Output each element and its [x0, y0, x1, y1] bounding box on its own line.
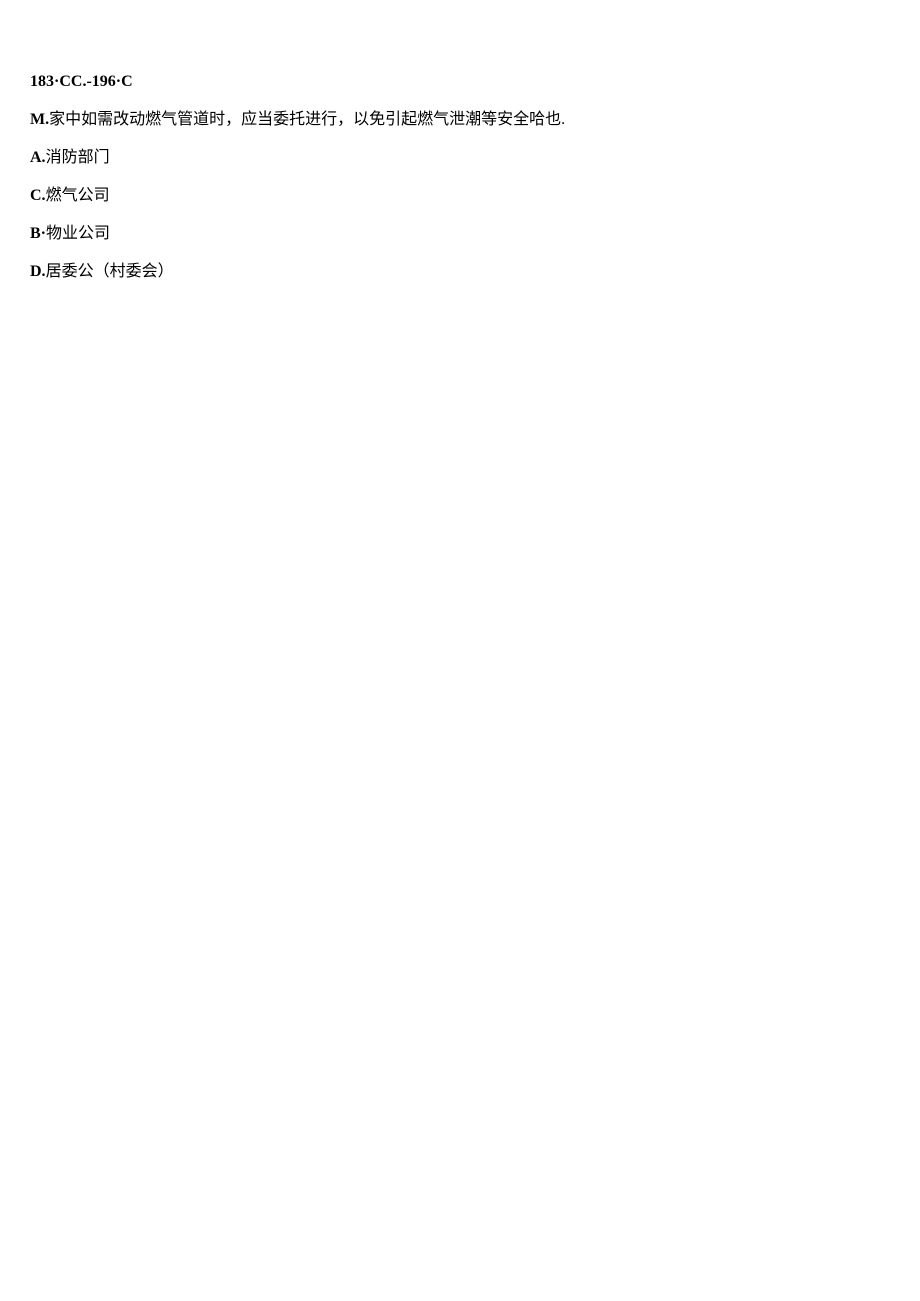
option-prefix: B·	[30, 225, 46, 242]
header-line: 183·CC.-196·C	[30, 70, 890, 94]
question-prefix: M.	[30, 108, 49, 132]
header-text: 183·CC.-196·C	[30, 73, 133, 90]
option-prefix: A.	[30, 149, 46, 166]
option-text: 燃气公司	[46, 187, 110, 204]
option-prefix: C.	[30, 187, 46, 204]
option-a: A.消防部门	[30, 146, 890, 170]
option-text: 居委公（村委会）	[46, 263, 174, 280]
option-text: 消防部门	[46, 149, 110, 166]
option-text: 物业公司	[46, 225, 110, 242]
option-d: D.居委公（村委会）	[30, 260, 890, 284]
option-b: B·物业公司	[30, 222, 890, 246]
question-line: M. 家中如需改动燃气管道时，应当委托进行，以免引起燃气泄潮等安全哈也.	[30, 108, 890, 132]
option-prefix: D.	[30, 263, 46, 280]
option-c: C.燃气公司	[30, 184, 890, 208]
question-text: 家中如需改动燃气管道时，应当委托进行，以免引起燃气泄潮等安全哈也.	[49, 108, 565, 132]
document-content: 183·CC.-196·C M. 家中如需改动燃气管道时，应当委托进行，以免引起…	[30, 70, 890, 284]
